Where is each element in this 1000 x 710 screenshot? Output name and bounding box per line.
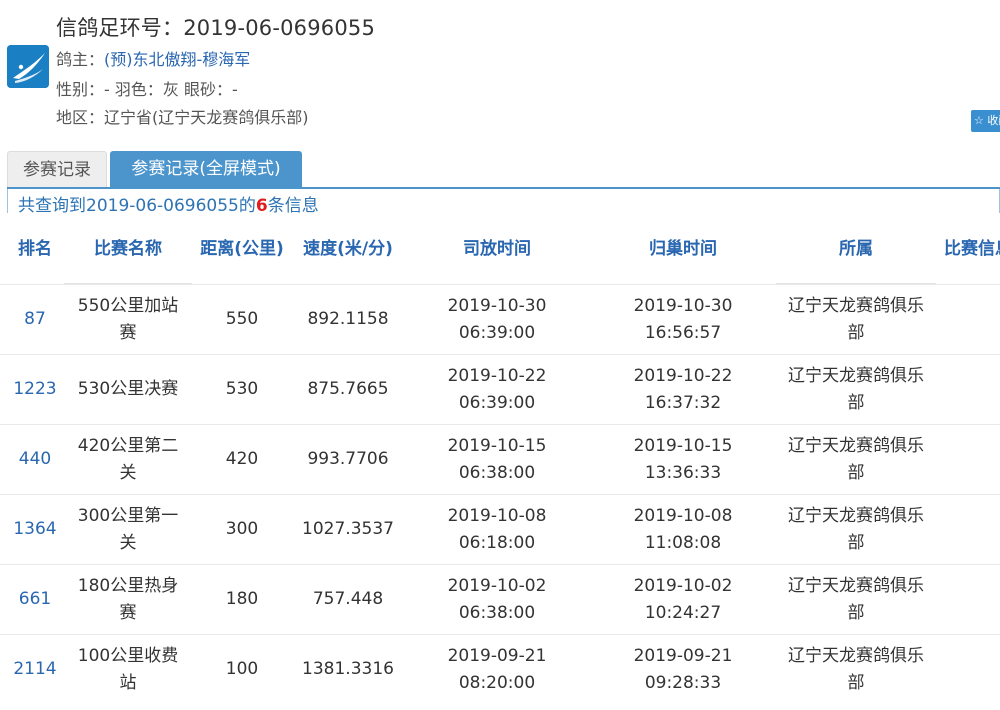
race-info-cell xyxy=(936,635,1000,704)
distance-cell: 420 xyxy=(225,449,259,469)
arrival-time-cell: 2019-10-02 10:24:27 xyxy=(633,575,733,623)
result-count: 6 xyxy=(255,196,268,216)
tab-race-records[interactable]: 参赛记录 xyxy=(7,151,107,187)
release-time-cell: 2019-10-15 06:38:00 xyxy=(447,435,547,483)
column-header-release-time: 司放时间 xyxy=(463,239,531,259)
speed-cell: 993.7706 xyxy=(307,449,389,469)
rank-cell[interactable]: 661 xyxy=(0,565,70,634)
club-logo-icon xyxy=(7,45,49,88)
column-header-rank: 排名 xyxy=(18,239,52,259)
column-header-distance: 距离(公里) xyxy=(200,239,284,259)
race-info-cell xyxy=(936,565,1000,634)
column-header-speed: 速度(米/分) xyxy=(303,239,393,259)
rank-cell[interactable]: 440 xyxy=(0,425,70,494)
owner-link[interactable]: (预)东北傲翔-穆海军 xyxy=(104,50,250,69)
speed-cell: 1381.3316 xyxy=(302,659,394,679)
speed-cell: 1027.3537 xyxy=(302,519,394,539)
release-time-cell: 2019-10-30 06:39:00 xyxy=(447,295,547,343)
race-name-cell: 300公里第一关 xyxy=(77,505,179,553)
race-name-cell: 180公里热身赛 xyxy=(77,575,179,623)
race-name-cell: 550公里加站赛 xyxy=(77,295,179,343)
arrival-time-cell: 2019-10-08 11:08:08 xyxy=(633,505,733,553)
favorite-button[interactable]: ☆ 收藏 xyxy=(971,110,1000,132)
result-summary: 共查询到2019-06-0696055的6条信息 xyxy=(18,191,319,216)
ring-number-title: 信鸽足环号：2019-06-0696055 xyxy=(56,16,376,40)
arrival-time-cell: 2019-10-30 16:56:57 xyxy=(633,295,733,343)
race-info-cell xyxy=(936,355,1000,424)
distance-cell: 180 xyxy=(225,589,259,609)
race-name-cell: 100公里收费站 xyxy=(77,645,179,693)
release-time-cell: 2019-09-21 08:20:00 xyxy=(447,645,547,693)
race-info-cell xyxy=(936,425,1000,494)
column-header-club: 所属 xyxy=(776,214,936,284)
owner-info: 鸽主：(预)东北傲翔-穆海军 xyxy=(56,46,250,70)
race-name-cell: 420公里第二关 xyxy=(77,435,179,483)
column-header-race-name: 比赛名称 xyxy=(64,214,192,284)
distance-cell: 100 xyxy=(225,659,259,679)
table-header-row: 排名 比赛名称 距离(公里) 速度(米/分) 司放时间 归巢时间 所属 比赛信息 xyxy=(0,214,1000,284)
table-row: 1364 300公里第一关 300 1027.3537 2019-10-08 0… xyxy=(0,494,1000,564)
region-info: 地区：辽宁省(辽宁天龙赛鸽俱乐部) xyxy=(56,108,309,127)
distance-cell: 530 xyxy=(225,379,259,399)
club-cell: 辽宁天龙赛鸽俱乐部 xyxy=(788,505,924,553)
club-cell: 辽宁天龙赛鸽俱乐部 xyxy=(788,365,924,413)
table-row: 440 420公里第二关 420 993.7706 2019-10-15 06:… xyxy=(0,424,1000,494)
release-time-cell: 2019-10-08 06:18:00 xyxy=(447,505,547,553)
column-header-arrival-time: 归巢时间 xyxy=(649,239,717,259)
table-row: 1223 530公里决赛 530 875.7665 2019-10-22 06:… xyxy=(0,354,1000,424)
arrival-time-cell: 2019-10-22 16:37:32 xyxy=(633,365,733,413)
race-name-cell: 530公里决赛 xyxy=(77,379,179,399)
race-info-cell xyxy=(936,495,1000,564)
table-row: 2114 100公里收费站 100 1381.3316 2019-09-21 0… xyxy=(0,634,1000,704)
distance-cell: 300 xyxy=(225,519,259,539)
race-info-cell xyxy=(936,285,1000,354)
rank-cell[interactable]: 1364 xyxy=(0,495,70,564)
distance-cell: 550 xyxy=(225,309,259,329)
column-header-race-info: 比赛信息 xyxy=(944,239,1000,259)
club-cell: 辽宁天龙赛鸽俱乐部 xyxy=(788,645,924,693)
summary-suffix: 条信息 xyxy=(267,196,319,216)
table-row: 87 550公里加站赛 550 892.1158 2019-10-30 06:3… xyxy=(0,284,1000,354)
owner-label: 鸽主： xyxy=(56,50,105,69)
arrival-time-cell: 2019-09-21 09:28:33 xyxy=(633,645,733,693)
club-cell: 辽宁天龙赛鸽俱乐部 xyxy=(788,435,924,483)
speed-cell: 875.7665 xyxy=(307,379,389,399)
speed-cell: 757.448 xyxy=(312,589,384,609)
pigeon-attributes: 性别：- 羽色：灰 眼砂：- xyxy=(56,80,238,99)
rank-cell[interactable]: 2114 xyxy=(0,635,70,704)
speed-cell: 892.1158 xyxy=(307,309,389,329)
summary-prefix: 共查询到2019-06-0696055的 xyxy=(18,196,256,216)
club-cell: 辽宁天龙赛鸽俱乐部 xyxy=(788,295,924,343)
table-row: 661 180公里热身赛 180 757.448 2019-10-02 06:3… xyxy=(0,564,1000,634)
tab-race-records-fullscreen[interactable]: 参赛记录(全屏模式) xyxy=(110,151,302,187)
release-time-cell: 2019-10-22 06:39:00 xyxy=(447,365,547,413)
page: 信鸽足环号：2019-06-0696055 鸽主：(预)东北傲翔-穆海军 性别：… xyxy=(0,0,1000,710)
rank-cell[interactable]: 87 xyxy=(0,285,70,354)
release-time-cell: 2019-10-02 06:38:00 xyxy=(447,575,547,623)
rank-cell[interactable]: 1223 xyxy=(0,355,70,424)
arrival-time-cell: 2019-10-15 13:36:33 xyxy=(633,435,733,483)
club-cell: 辽宁天龙赛鸽俱乐部 xyxy=(788,575,924,623)
